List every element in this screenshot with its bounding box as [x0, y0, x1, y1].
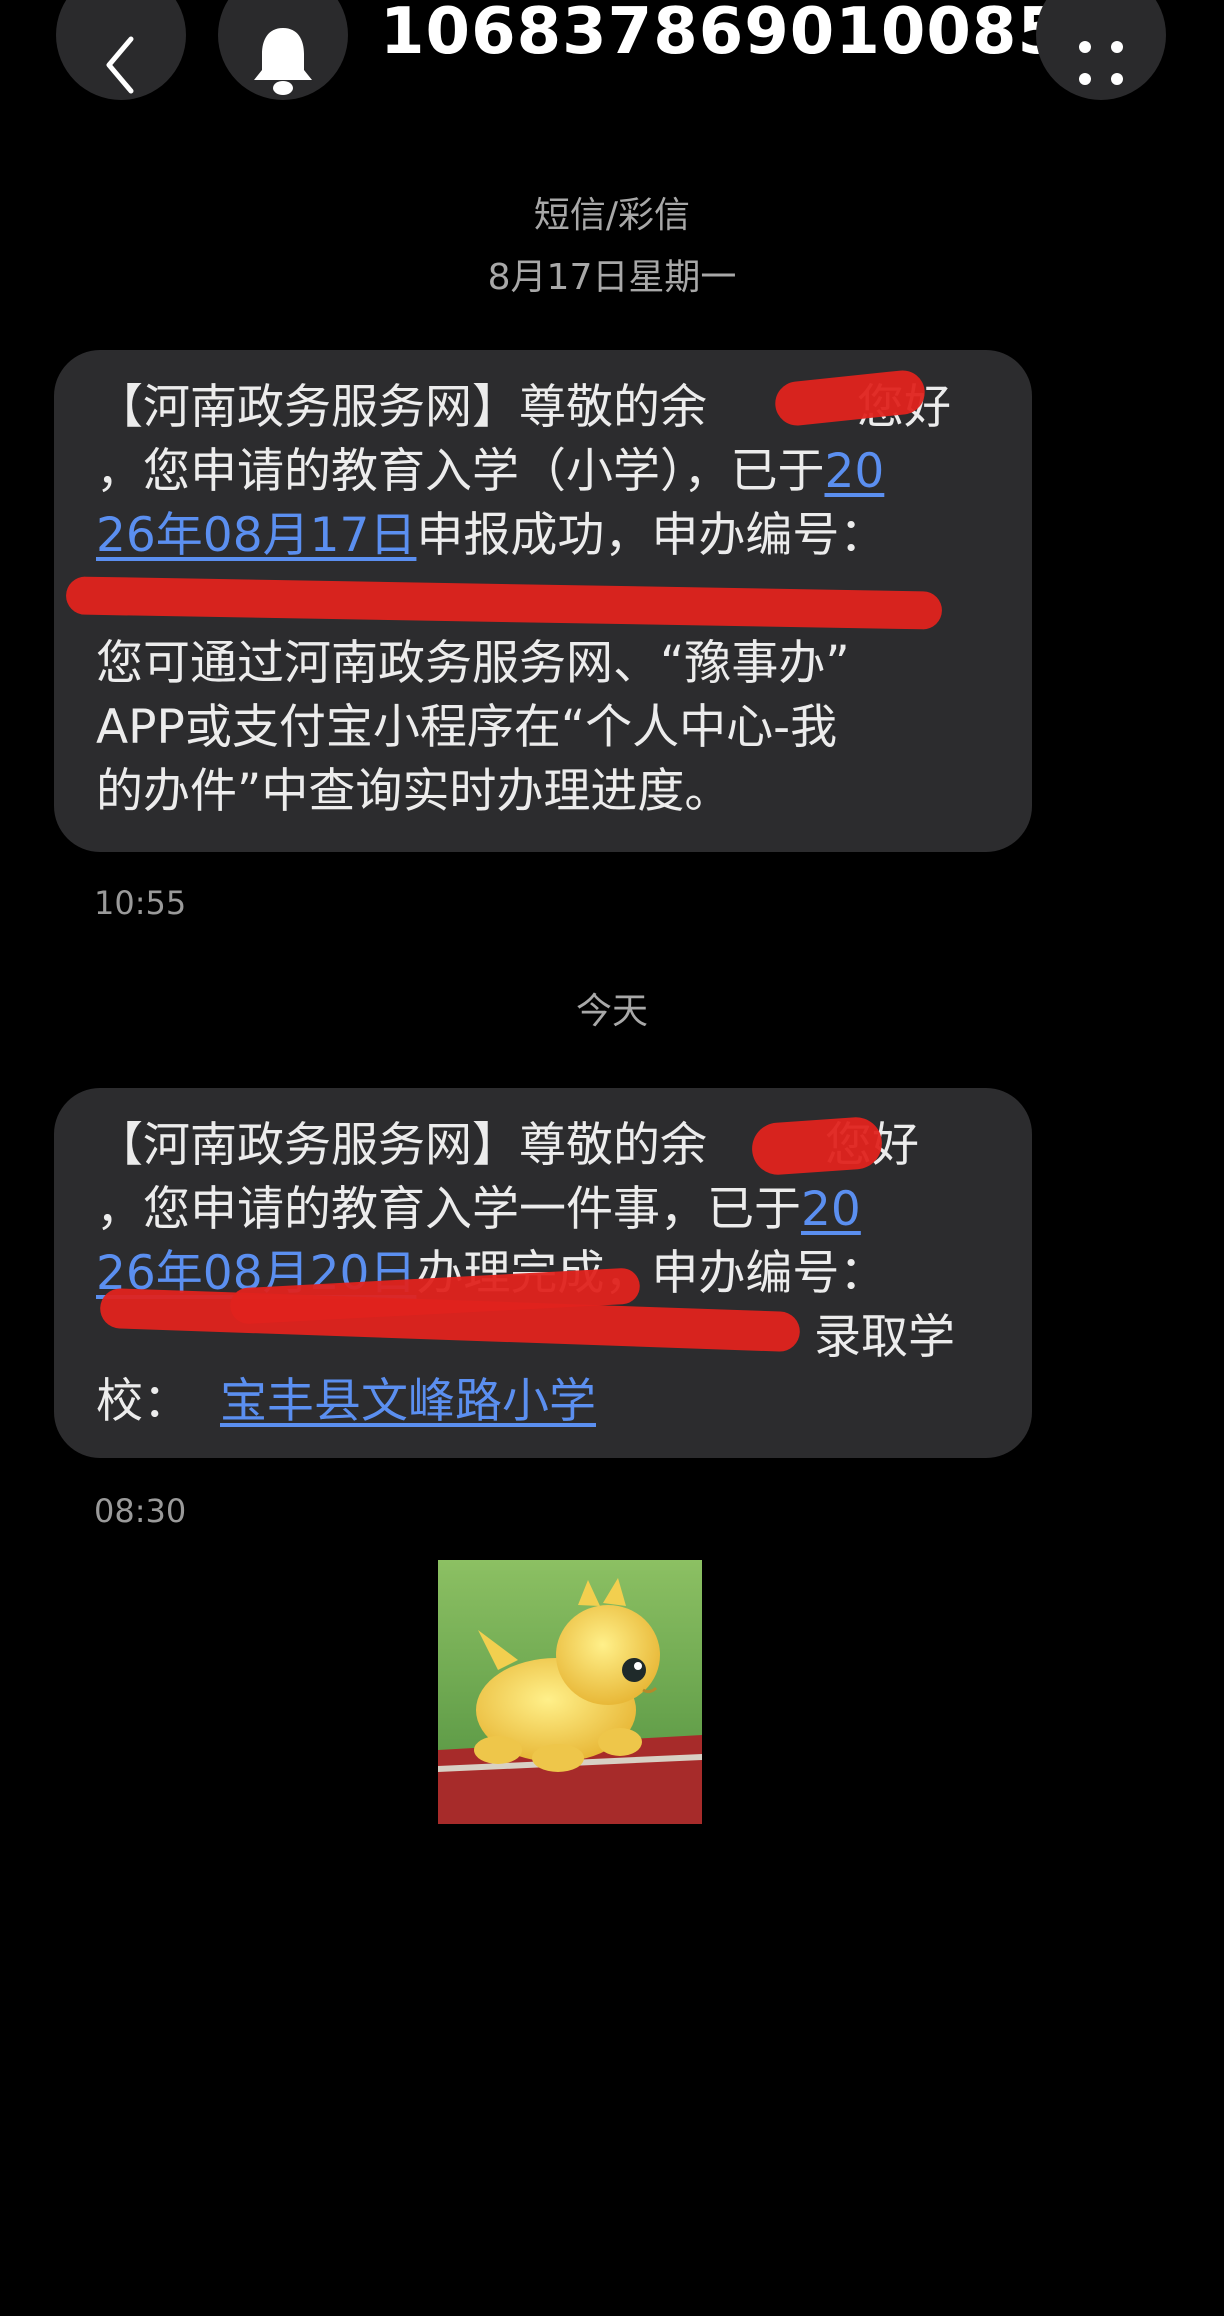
more-options-button[interactable]: [1036, 0, 1166, 100]
date-link[interactable]: 26年08月17日: [96, 508, 416, 563]
sticker-image[interactable]: [438, 1560, 702, 1824]
message-line: 您可通过河南政务服务网、“豫事办”: [96, 636, 850, 691]
bell-icon: [254, 28, 312, 95]
chevron-left-icon: [106, 36, 134, 94]
date-link[interactable]: 20: [801, 1182, 861, 1237]
message-time: 08:30: [94, 1492, 187, 1530]
message-time: 10:55: [94, 884, 187, 922]
message-line: ，您申请的教育入学（小学），已于20: [96, 444, 885, 499]
thread-type-label: 短信/彩信: [533, 195, 691, 236]
message-line: APP或支付宝小程序在“个人中心-我: [96, 700, 838, 755]
message-line: 26年08月17日申报成功，申办编号：: [96, 508, 887, 563]
date-divider: 8月17日星期一: [487, 257, 737, 298]
school-link[interactable]: 宝丰县文峰路小学: [220, 1374, 596, 1429]
date-link[interactable]: 20: [825, 444, 885, 499]
message-line: 校： 宝丰县文峰路小学: [96, 1374, 596, 1429]
top-bar: 10683786901008541: [0, 0, 1224, 110]
date-divider: 今天: [575, 991, 648, 1032]
yellow-dinosaur-sticker-image: [438, 1560, 702, 1824]
notification-toggle-button[interactable]: [218, 0, 348, 100]
redaction-mark: [750, 1115, 884, 1177]
message-line: ，您申请的教育入学一件事，已于20: [96, 1182, 861, 1237]
back-button[interactable]: [56, 0, 186, 100]
more-dots-icon: [1079, 41, 1123, 85]
message-line: 的办件”中查询实时办理进度。: [96, 764, 732, 819]
